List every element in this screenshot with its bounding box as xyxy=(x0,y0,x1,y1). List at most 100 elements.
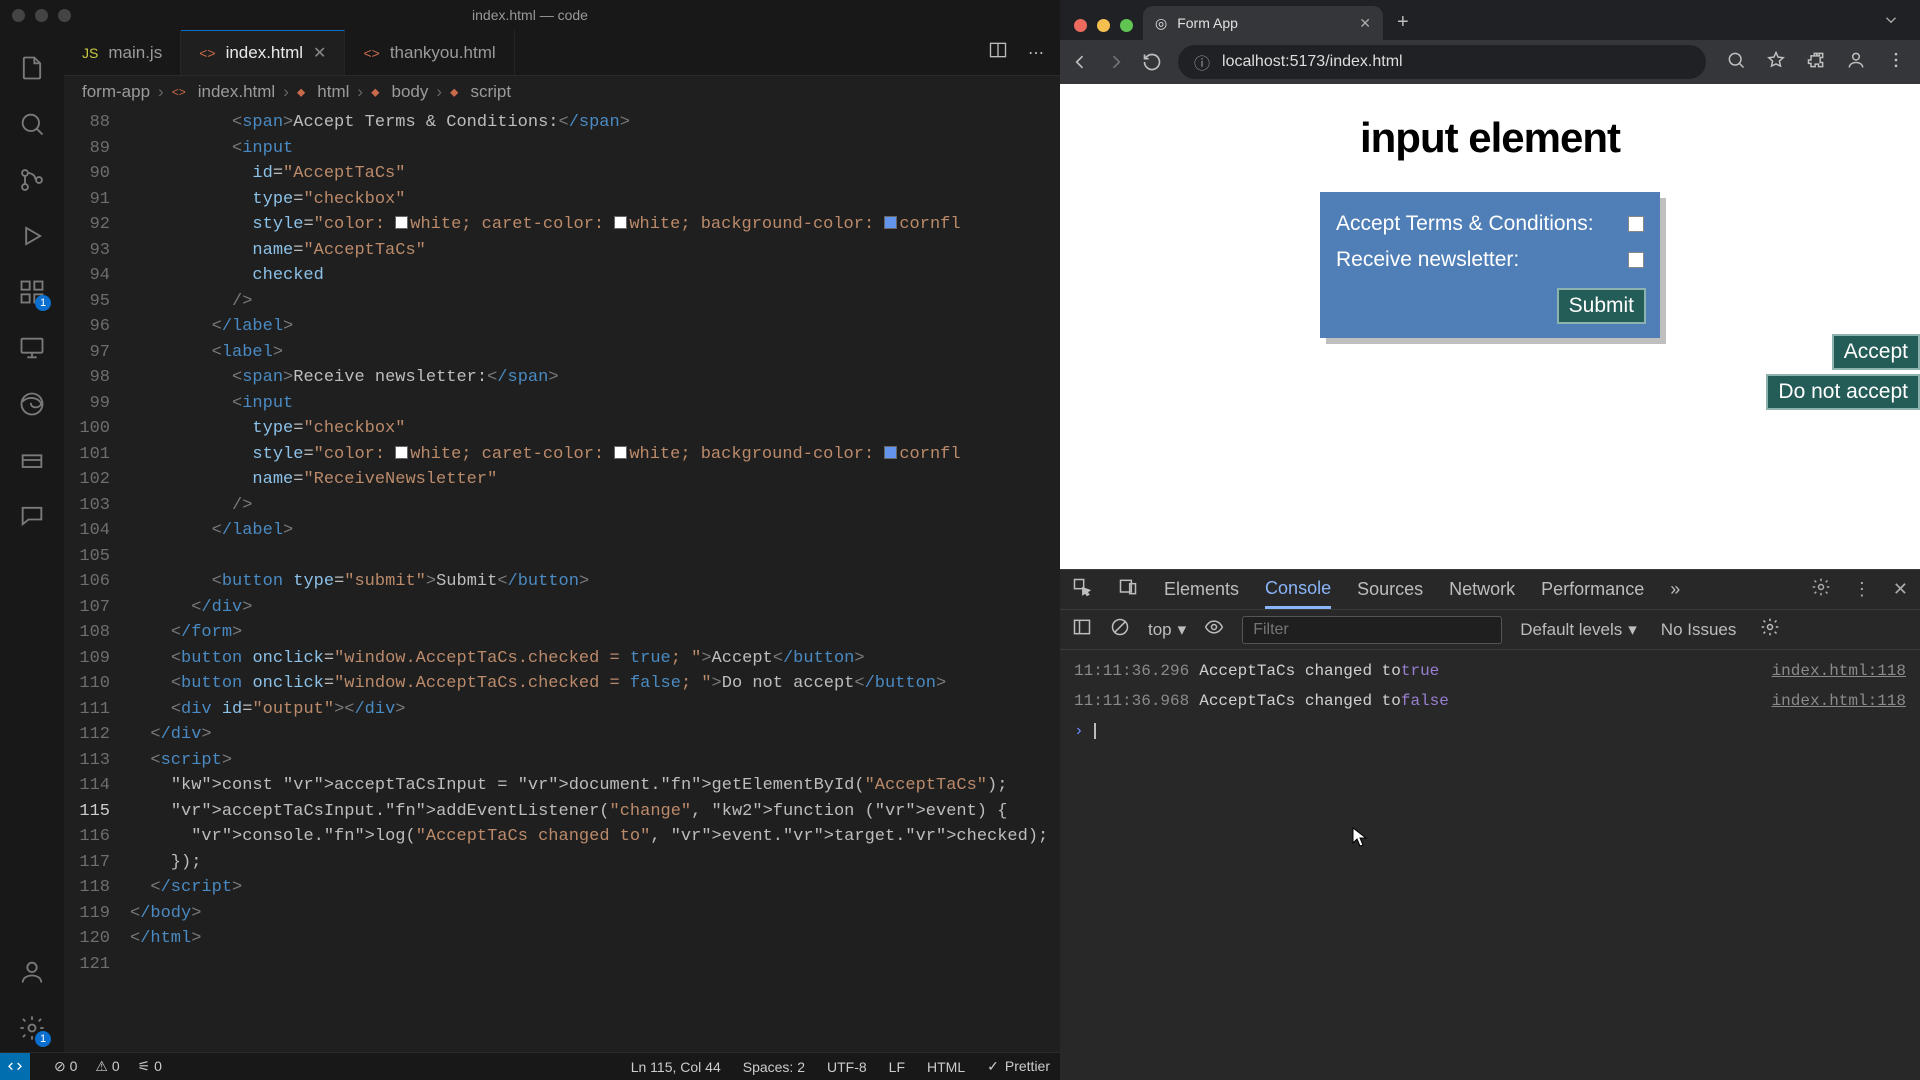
checkbox-terms[interactable] xyxy=(1628,216,1644,232)
status-cursor[interactable]: Ln 115, Col 44 xyxy=(631,1059,721,1075)
url-text: localhost:5173/index.html xyxy=(1222,53,1403,71)
device-toolbar-icon[interactable] xyxy=(1118,577,1138,602)
source-control-icon[interactable] xyxy=(8,156,56,204)
checkbox-newsletter[interactable] xyxy=(1628,252,1644,268)
tab-label: thankyou.html xyxy=(390,43,496,63)
crumb[interactable]: body xyxy=(391,82,428,102)
console-settings-icon[interactable] xyxy=(1760,617,1780,642)
devtools-tabs: Elements Console Sources Network Perform… xyxy=(1060,570,1920,610)
address-bar[interactable]: ⓘ localhost:5173/index.html xyxy=(1178,45,1706,79)
tab-thankyouhtml[interactable]: <> thankyou.html xyxy=(345,30,514,75)
kebab-menu-icon[interactable] xyxy=(1886,50,1906,75)
filter-input[interactable] xyxy=(1242,616,1502,644)
back-button[interactable] xyxy=(1070,52,1090,72)
code-lines[interactable]: <span>Accept Terms & Conditions:</span> … xyxy=(130,108,1060,1052)
status-warnings[interactable]: ⚠ 0 xyxy=(95,1058,119,1075)
comments-icon[interactable] xyxy=(8,492,56,540)
edge-tools-icon[interactable] xyxy=(8,380,56,428)
kebab-menu-icon[interactable]: ⋮ xyxy=(1853,579,1871,600)
label-text: Accept Terms & Conditions: xyxy=(1336,212,1594,236)
tab-mainjs[interactable]: JSmain.js xyxy=(64,30,181,75)
chevron-down-icon: ▾ xyxy=(1628,620,1637,640)
status-spaces[interactable]: Spaces: 2 xyxy=(743,1059,805,1075)
status-lang[interactable]: HTML xyxy=(927,1059,965,1075)
split-editor-icon[interactable] xyxy=(988,40,1008,65)
browser-tab[interactable]: ◎ Form App ✕ xyxy=(1143,6,1383,40)
settings-badge: 1 xyxy=(35,1031,51,1047)
search-icon[interactable] xyxy=(8,100,56,148)
bookmark-icon[interactable] xyxy=(1766,50,1786,75)
activity-bar: 1 1 xyxy=(0,30,64,1052)
accounts-icon[interactable] xyxy=(8,948,56,996)
tab-indexhtml[interactable]: <>index.html✕ xyxy=(181,30,345,75)
extensions-badge: 1 xyxy=(35,295,51,311)
extensions-puzzle-icon[interactable] xyxy=(1806,50,1826,75)
no-issues[interactable]: No Issues xyxy=(1661,620,1737,640)
browser-toolbar: ⓘ localhost:5173/index.html xyxy=(1060,40,1920,84)
status-eol[interactable]: LF xyxy=(889,1059,905,1075)
accept-button[interactable]: Accept xyxy=(1832,334,1920,370)
more-icon[interactable]: ⋯ xyxy=(1028,43,1044,63)
status-ports[interactable]: ⚟ 0 xyxy=(138,1058,162,1075)
inspect-element-icon[interactable] xyxy=(1072,577,1092,602)
tab-label: index.html xyxy=(226,43,303,63)
browser-traffic-lights[interactable] xyxy=(1068,19,1143,40)
vscode-window: index.html — code 1 1 JSmain.js <> index.… xyxy=(0,0,1060,1080)
form-card: Accept Terms & Conditions: Receive newsl… xyxy=(1320,192,1660,338)
code-editor[interactable]: 8889909192939495969798991001011021031041… xyxy=(64,108,1060,1052)
status-errors[interactable]: ⊘ 0 xyxy=(54,1058,77,1075)
status-encoding[interactable]: UTF-8 xyxy=(827,1059,867,1075)
forward-button[interactable] xyxy=(1106,52,1126,72)
tab-elements[interactable]: Elements xyxy=(1164,579,1239,600)
devtools-settings-icon[interactable] xyxy=(1811,577,1831,602)
tab-performance[interactable]: Performance xyxy=(1541,579,1644,600)
editor-tabs: JSmain.js <>index.html✕ <>thankyou.html … xyxy=(64,30,1060,76)
activity-extra-icon[interactable] xyxy=(8,436,56,484)
settings-gear-icon[interactable]: 1 xyxy=(8,1004,56,1052)
remote-explorer-icon[interactable] xyxy=(8,324,56,372)
explorer-icon[interactable] xyxy=(8,44,56,92)
crumb[interactable]: index.html xyxy=(198,82,275,102)
label-text: Receive newsletter: xyxy=(1336,248,1519,272)
html-file-icon: <> xyxy=(363,45,379,61)
close-icon[interactable]: ✕ xyxy=(313,43,326,63)
extensions-icon[interactable]: 1 xyxy=(8,268,56,316)
context-selector[interactable]: top ▾ xyxy=(1148,620,1186,640)
submit-button[interactable]: Submit xyxy=(1557,288,1646,324)
vscode-traffic-lights[interactable] xyxy=(12,9,71,22)
tab-sources[interactable]: Sources xyxy=(1357,579,1423,600)
rendered-page: input element Accept Terms & Conditions:… xyxy=(1060,84,1920,569)
symbol-icon: ⬥ xyxy=(297,85,305,100)
remote-indicator-icon[interactable] xyxy=(0,1053,30,1080)
live-expression-icon[interactable] xyxy=(1204,617,1224,642)
crumb[interactable]: script xyxy=(470,82,511,102)
status-formatter[interactable]: Prettier xyxy=(987,1058,1050,1075)
crumb[interactable]: form-app xyxy=(82,82,150,102)
console-toolbar: top ▾ Default levels ▾ No Issues xyxy=(1060,610,1920,650)
more-tabs-icon[interactable]: » xyxy=(1670,579,1680,600)
close-icon[interactable]: ✕ xyxy=(1359,15,1371,32)
log-levels[interactable]: Default levels ▾ xyxy=(1520,620,1637,640)
zoom-icon[interactable] xyxy=(1726,50,1746,75)
sidebar-toggle-icon[interactable] xyxy=(1072,617,1092,642)
console-output[interactable]: 11:11:36.296 AcceptTaCs changed to truei… xyxy=(1060,650,1920,1080)
profile-icon[interactable] xyxy=(1846,50,1866,75)
devtools: Elements Console Sources Network Perform… xyxy=(1060,569,1920,1080)
page-heading: input element xyxy=(1060,114,1920,162)
crumb[interactable]: html xyxy=(317,82,349,102)
reload-button[interactable] xyxy=(1142,52,1162,72)
site-info-icon[interactable]: ⓘ xyxy=(1194,50,1210,74)
clear-console-icon[interactable] xyxy=(1110,617,1130,642)
browser-window: ◎ Form App ✕ + ⓘ localhost:5173/index.ht… xyxy=(1060,0,1920,1080)
run-debug-icon[interactable] xyxy=(8,212,56,260)
vscode-titlebar: index.html — code xyxy=(0,0,1060,30)
window-dropdown-icon[interactable] xyxy=(1870,11,1912,40)
tab-console[interactable]: Console xyxy=(1265,570,1331,609)
close-devtools-icon[interactable]: ✕ xyxy=(1893,579,1908,600)
do-not-accept-button[interactable]: Do not accept xyxy=(1766,374,1920,410)
new-tab-button[interactable]: + xyxy=(1383,11,1423,40)
tab-network[interactable]: Network xyxy=(1449,579,1515,600)
breadcrumbs[interactable]: form-app› <>index.html› ⬥html› ⬥body› ⬥s… xyxy=(64,76,1060,108)
browser-tabstrip: ◎ Form App ✕ + xyxy=(1060,0,1920,40)
symbol-icon: ⬥ xyxy=(450,85,458,100)
